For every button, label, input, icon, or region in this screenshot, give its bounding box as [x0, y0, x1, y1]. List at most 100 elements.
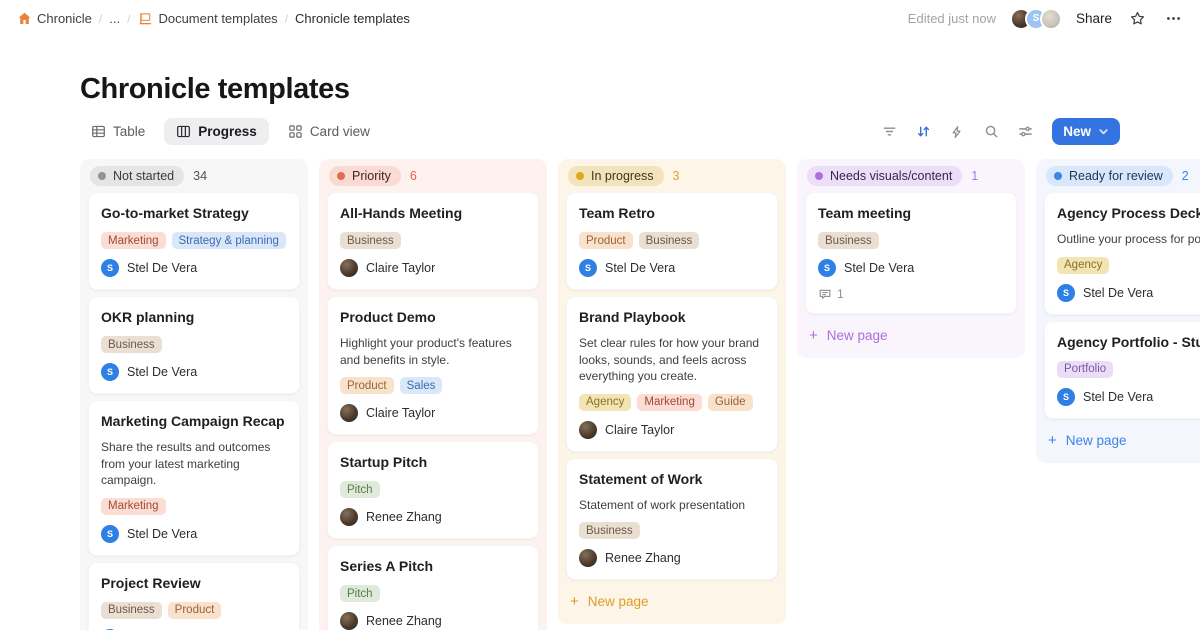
tab-card-view[interactable]: Card view: [279, 118, 379, 145]
avatar: S: [818, 259, 836, 277]
card-title: OKR planning: [101, 308, 287, 327]
tag-row: ProductSales: [340, 377, 526, 394]
column-status-pill: Priority: [329, 166, 401, 186]
breadcrumb-label: Chronicle: [37, 11, 92, 26]
share-button[interactable]: Share: [1076, 11, 1112, 26]
card-all-hands-meeting[interactable]: All-Hands MeetingBusinessClaire Taylor: [327, 192, 539, 290]
card-team-meeting[interactable]: Team meetingBusinessSStel De Vera1: [805, 192, 1017, 314]
avatar: [340, 508, 358, 526]
assignee-name: Claire Taylor: [366, 406, 435, 420]
column-header[interactable]: In progress3: [566, 159, 778, 192]
card-team-retro[interactable]: Team RetroProductBusinessSStel De Vera: [566, 192, 778, 290]
card-title: Go-to-market Strategy: [101, 204, 287, 223]
new-button[interactable]: New: [1052, 118, 1120, 145]
breadcrumb-item-chronicle[interactable]: Chronicle: [16, 11, 92, 27]
plus-icon: +: [809, 327, 818, 344]
tag-agency: Agency: [579, 394, 631, 411]
tag-row: Marketing: [101, 498, 287, 515]
filter-icon[interactable]: [880, 123, 898, 141]
tag-marketing: Marketing: [101, 232, 166, 249]
search-icon[interactable]: [982, 123, 1000, 141]
card-agency-process-deck[interactable]: Agency Process DeckOutline your process …: [1044, 192, 1200, 315]
comment-icon: [818, 287, 832, 301]
page-title: Chronicle templates: [80, 73, 1200, 106]
settings-sliders-icon[interactable]: [1016, 123, 1034, 141]
tag-product: Product: [579, 232, 633, 249]
avatar: [340, 404, 358, 422]
breadcrumb-separator: /: [99, 12, 102, 26]
assignee: Renee Zhang: [340, 508, 526, 526]
plus-icon: +: [1048, 432, 1057, 449]
chevron-down-icon: [1098, 126, 1109, 137]
assignee-name: Stel De Vera: [127, 527, 197, 541]
card-description: Set clear rules for how your brand looks…: [579, 335, 765, 385]
card-title: Agency Portfolio - Studio: [1057, 333, 1200, 352]
new-page-button[interactable]: + New page: [805, 320, 1017, 350]
card-title: Marketing Campaign Recap: [101, 412, 287, 431]
tab-table[interactable]: Table: [82, 118, 154, 145]
column-name: Not started: [113, 169, 174, 183]
automation-icon[interactable]: [948, 123, 966, 141]
breadcrumb-item-document-templates[interactable]: Document templates: [137, 11, 277, 27]
topbar-right: Edited just now S Share: [908, 8, 1184, 30]
grid-icon: [288, 124, 303, 139]
assignee: SStel De Vera: [579, 259, 765, 277]
tab-label: Table: [113, 124, 145, 139]
view-controls: New: [880, 118, 1120, 145]
collaborator-avatars[interactable]: S: [1010, 8, 1062, 30]
card-title: Agency Process Deck: [1057, 204, 1200, 223]
column-header[interactable]: Not started34: [88, 159, 300, 192]
card-go-to-market-strategy[interactable]: Go-to-market StrategyMarketingStrategy &…: [88, 192, 300, 290]
card-startup-pitch[interactable]: Startup PitchPitchRenee Zhang: [327, 441, 539, 539]
breadcrumb-item-ellipsis[interactable]: ...: [109, 11, 120, 26]
table-icon: [91, 124, 106, 139]
column-header[interactable]: Priority6: [327, 159, 539, 192]
new-page-label: New page: [827, 328, 888, 343]
card-description: Statement of work presentation: [579, 497, 765, 514]
assignee: SStel De Vera: [101, 525, 287, 543]
column-name: In progress: [591, 169, 654, 183]
sort-icon[interactable]: [914, 123, 932, 141]
breadcrumb-label: ...: [109, 11, 120, 26]
tag-business: Business: [101, 602, 162, 619]
tab-label: Progress: [198, 124, 257, 139]
card-okr-planning[interactable]: OKR planningBusinessSStel De Vera: [88, 296, 300, 394]
avatar: [340, 612, 358, 630]
status-dot-icon: [576, 172, 584, 180]
tab-progress[interactable]: Progress: [164, 118, 269, 145]
card-project-review[interactable]: Project ReviewBusinessProductSStel De Ve…: [88, 562, 300, 630]
card-marketing-campaign-recap[interactable]: Marketing Campaign RecapShare the result…: [88, 400, 300, 556]
columns-icon: [176, 124, 191, 139]
new-page-label: New page: [588, 594, 649, 609]
card-product-demo[interactable]: Product DemoHighlight your product's fea…: [327, 296, 539, 435]
star-icon[interactable]: [1126, 8, 1148, 30]
breadcrumb-item-current[interactable]: Chronicle templates: [295, 11, 410, 26]
column-header[interactable]: Needs visuals/content 1: [805, 159, 1017, 192]
assignee-name: Stel De Vera: [844, 261, 914, 275]
column-status-pill: Needs visuals/content: [807, 166, 962, 186]
card-statement-of-work[interactable]: Statement of WorkStatement of work prese…: [566, 458, 778, 581]
status-dot-icon: [815, 172, 823, 180]
tag-business: Business: [639, 232, 700, 249]
tag-row: BusinessProduct: [101, 602, 287, 619]
column-count: 1: [971, 169, 978, 183]
tag-business: Business: [340, 232, 401, 249]
breadcrumb-separator: /: [285, 12, 288, 26]
tag-product: Product: [340, 377, 394, 394]
new-page-button[interactable]: +New page: [1044, 425, 1200, 455]
board-column-needs-visuals-content: Needs visuals/content1Team meetingBusine…: [797, 159, 1025, 358]
card-series-a-pitch[interactable]: Series A PitchPitchRenee Zhang: [327, 545, 539, 630]
tag-row: Business: [340, 232, 526, 249]
tag-pitch: Pitch: [340, 585, 380, 602]
column-header[interactable]: Ready for review2: [1044, 159, 1200, 192]
edited-status: Edited just now: [908, 11, 996, 26]
breadcrumb: Chronicle / ... / Document templates / C…: [16, 11, 410, 27]
assignee-name: Stel De Vera: [605, 261, 675, 275]
new-page-button[interactable]: +New page: [566, 586, 778, 616]
card-agency-portfolio-studio[interactable]: Agency Portfolio - StudioPortfolioSStel …: [1044, 321, 1200, 419]
avatar: [340, 259, 358, 277]
assignee: Renee Zhang: [340, 612, 526, 630]
card-brand-playbook[interactable]: Brand PlaybookSet clear rules for how yo…: [566, 296, 778, 452]
board-column-priority: Priority6All-Hands MeetingBusinessClaire…: [319, 159, 547, 630]
more-icon[interactable]: [1162, 8, 1184, 30]
